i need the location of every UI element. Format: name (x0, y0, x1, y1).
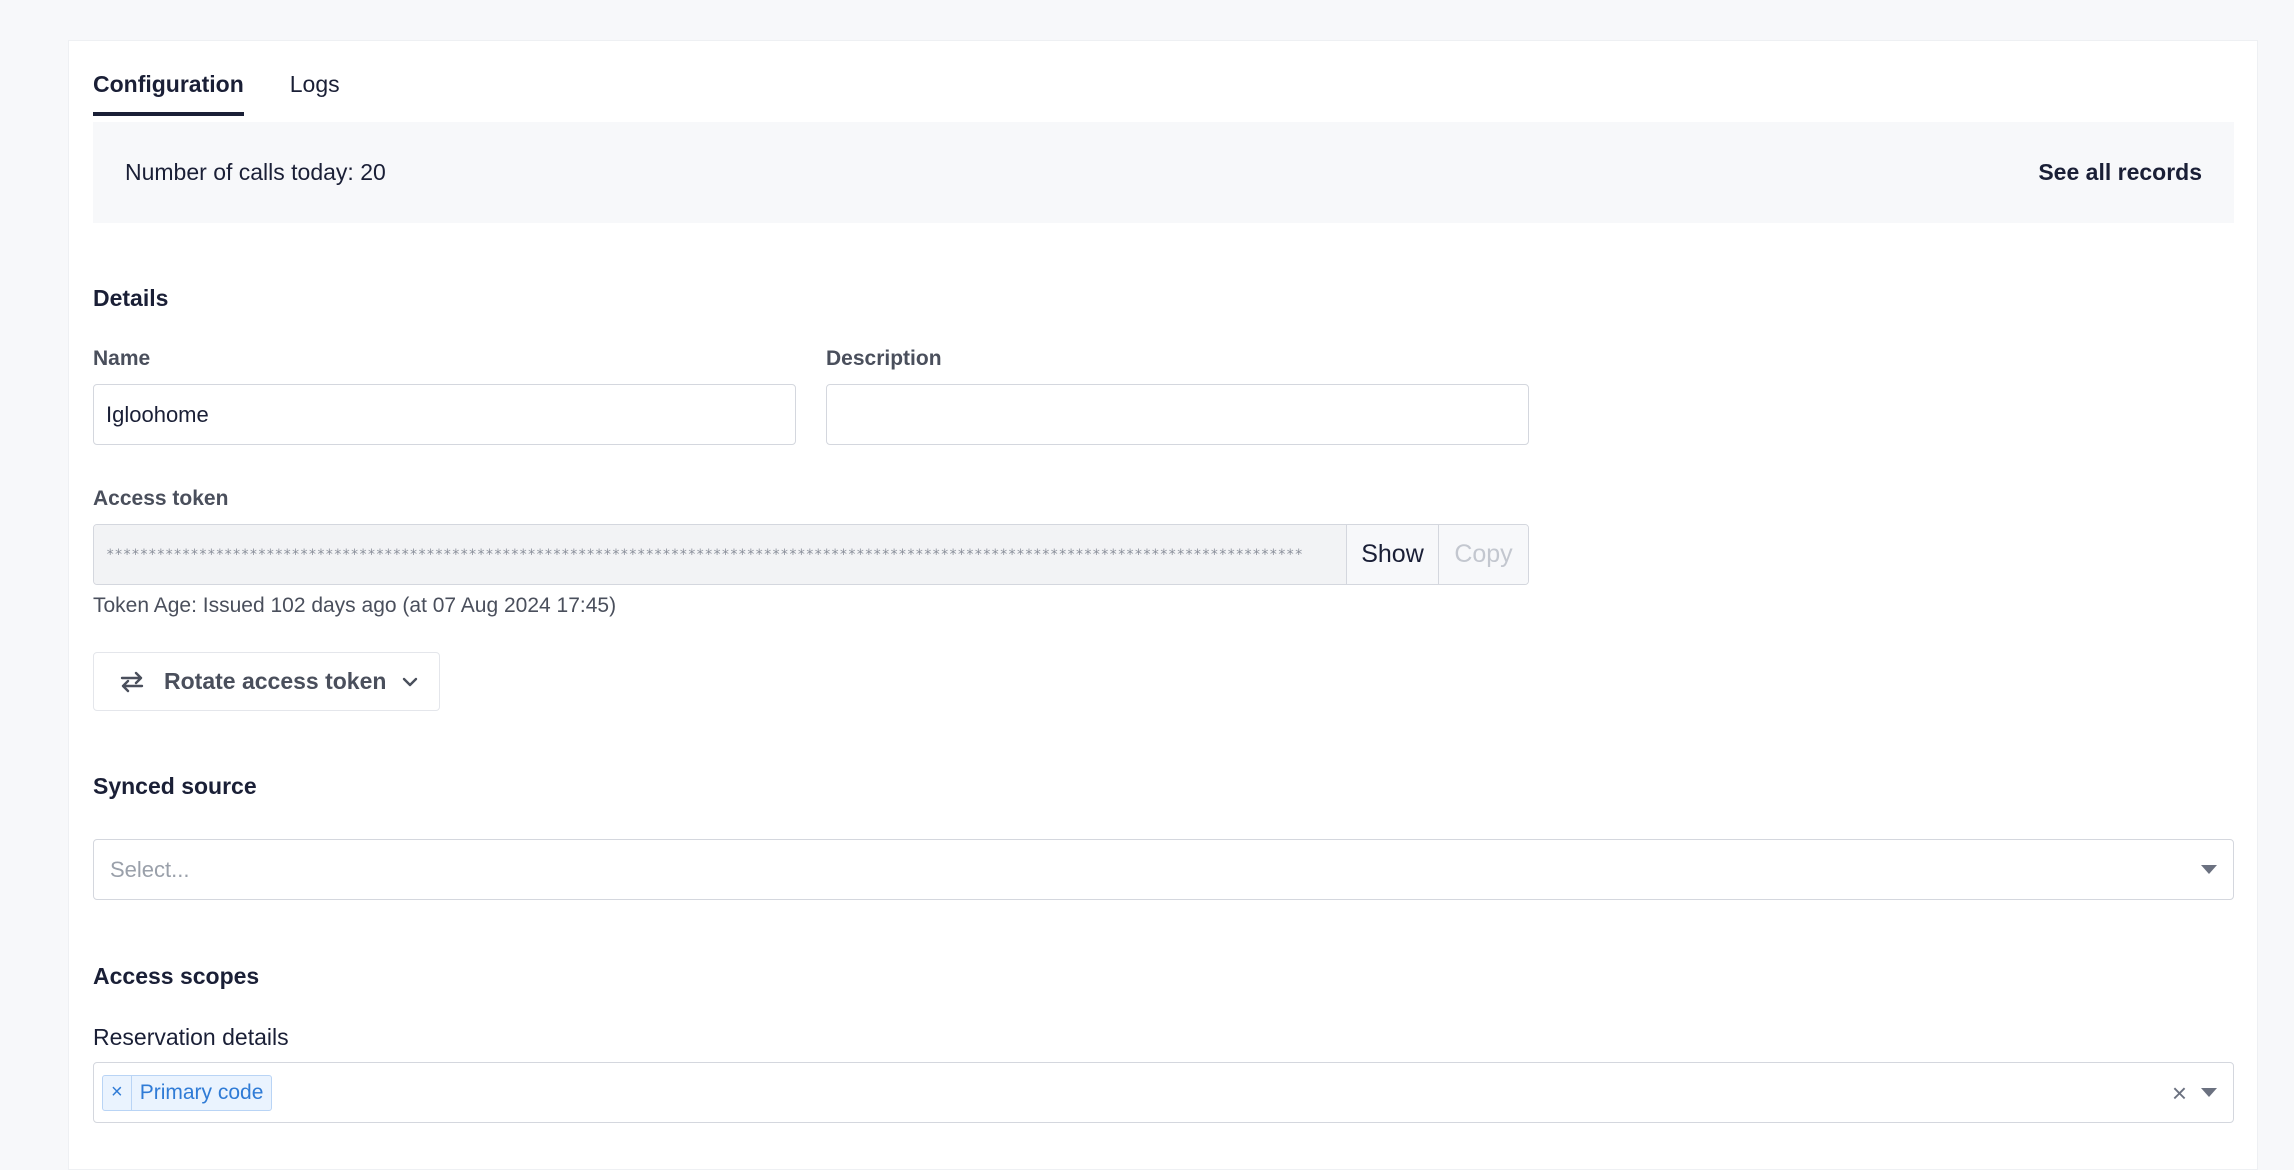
tab-logs[interactable]: Logs (290, 71, 340, 116)
caret-down-icon[interactable] (2201, 1088, 2217, 1097)
see-all-records-link[interactable]: See all records (2038, 159, 2202, 186)
calls-count-text: Number of calls today: 20 (125, 159, 386, 185)
rotate-label: Rotate access token (164, 668, 387, 694)
description-input[interactable] (826, 384, 1529, 445)
details-heading: Details (93, 285, 169, 311)
close-icon[interactable]: × (2172, 1080, 2187, 1106)
show-token-button[interactable]: Show (1346, 525, 1438, 584)
rotate-access-token-button[interactable]: Rotate access token (93, 652, 440, 711)
access-token-label: Access token (93, 487, 229, 510)
arrows-rotate-icon (118, 668, 146, 696)
tab-bar: Configuration Logs (93, 71, 340, 116)
tab-configuration[interactable]: Configuration (93, 71, 244, 116)
calls-summary-bar: Number of calls today: 20 See all record… (93, 122, 2234, 223)
name-input-value: Igloohome (106, 401, 209, 427)
chevron-down-icon (400, 672, 420, 692)
synced-source-heading: Synced source (93, 773, 257, 799)
access-scopes-heading: Access scopes (93, 963, 260, 989)
integration-card: Configuration Logs Number of calls today… (68, 40, 2258, 1170)
access-token-group: ****************************************… (93, 524, 1529, 585)
caret-down-icon[interactable] (2201, 865, 2217, 874)
scope-tag: × Primary code (102, 1074, 273, 1111)
access-token-field[interactable]: ****************************************… (94, 525, 1346, 584)
reservation-details-label: Reservation details (93, 1024, 289, 1050)
copy-token-button[interactable]: Copy (1438, 525, 1528, 584)
synced-source-placeholder: Select... (110, 856, 190, 882)
name-label: Name (93, 347, 151, 370)
synced-source-select[interactable]: Select... (93, 839, 2234, 900)
scope-tag-label: Primary code (139, 1080, 264, 1104)
reservation-details-select[interactable]: × Primary code × (93, 1062, 2234, 1123)
token-age-text: Token Age: Issued 102 days ago (at 07 Au… (93, 594, 617, 617)
name-input[interactable]: Igloohome (93, 384, 796, 445)
description-label: Description (826, 347, 942, 370)
tag-remove-icon[interactable]: × (103, 1075, 132, 1110)
